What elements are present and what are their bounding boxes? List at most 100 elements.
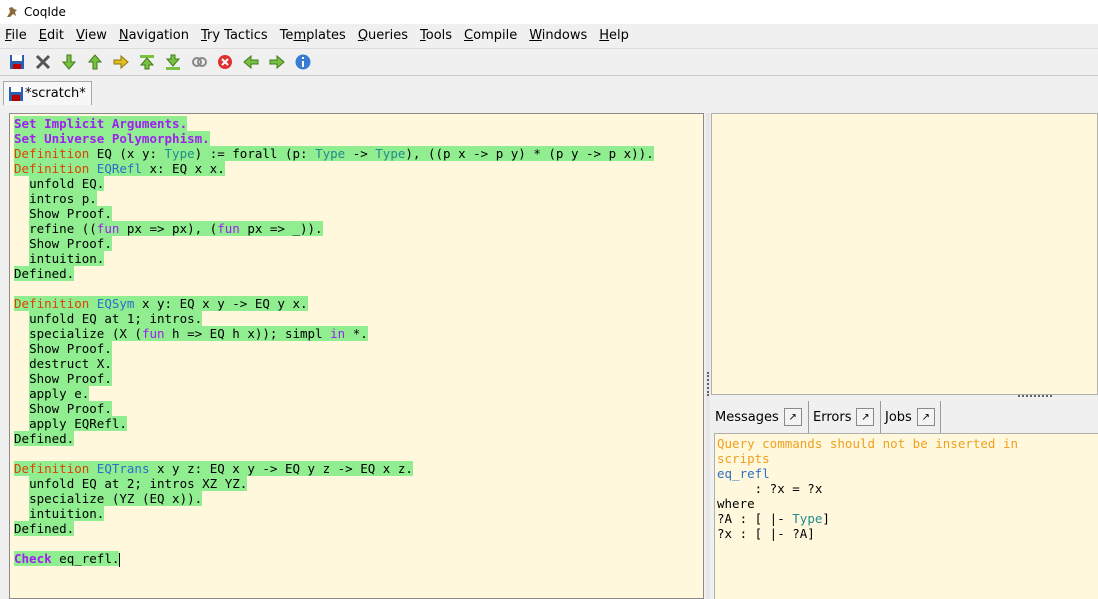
code-token: Set Universe Polymorphism. bbox=[14, 131, 210, 146]
menu-item[interactable]: Queries bbox=[353, 28, 413, 43]
menu-item[interactable]: Navigation bbox=[114, 28, 194, 43]
message-line: ?x : [ |- ?A] bbox=[717, 526, 1018, 541]
message-line: : ?x = ?x bbox=[717, 481, 1018, 496]
code-token: Definition bbox=[14, 296, 90, 311]
menu-label-mnemonic: V bbox=[75, 28, 85, 43]
code-line: Set Implicit Arguments. bbox=[14, 116, 654, 131]
tab-label: *scratch* bbox=[25, 86, 86, 101]
tab-scratch[interactable]: *scratch* bbox=[3, 81, 92, 105]
code-token: apply e. bbox=[29, 386, 90, 401]
code-token: Show Proof. bbox=[29, 401, 112, 416]
tab-errors-label: Errors bbox=[813, 409, 852, 425]
menu-item[interactable]: File bbox=[0, 28, 32, 43]
menu-label-mnemonic: Q bbox=[357, 28, 369, 43]
menu-label-post: ile bbox=[11, 28, 27, 43]
restart-icon[interactable] bbox=[134, 50, 160, 74]
menu-item[interactable]: Templates bbox=[275, 28, 351, 43]
code-token: Definition bbox=[14, 146, 90, 161]
detach-icon[interactable]: ↗ bbox=[916, 408, 935, 426]
menu-item[interactable]: Compile bbox=[459, 28, 522, 43]
script-editor[interactable]: Set Implicit Arguments. Set Universe Poly… bbox=[9, 113, 704, 599]
code-line: Definition EQRefl x: EQ x x. bbox=[14, 161, 654, 176]
fully-check-icon[interactable] bbox=[186, 50, 212, 74]
message-token: ?x : [ |- ?A] bbox=[717, 526, 815, 541]
tab-jobs-label: Jobs bbox=[885, 409, 912, 425]
menu-label-post: avigation bbox=[128, 28, 189, 43]
interrupt-icon[interactable] bbox=[212, 50, 238, 74]
code-token: Show Proof. bbox=[29, 206, 112, 221]
next-occurrence-icon[interactable] bbox=[264, 50, 290, 74]
code-token: ), ((p x -> p y) * (p y -> p x)). bbox=[405, 146, 654, 161]
text-cursor bbox=[119, 552, 121, 567]
code-line: Defined. bbox=[14, 431, 654, 446]
previous-occurrence-icon[interactable] bbox=[238, 50, 264, 74]
menu-label-post: ueries bbox=[368, 28, 409, 43]
pane-separator[interactable] bbox=[706, 113, 710, 599]
menu-item[interactable]: Tools bbox=[415, 28, 457, 43]
detach-icon[interactable]: ↗ bbox=[783, 408, 802, 426]
message-token: eq_refl bbox=[717, 466, 770, 481]
close-icon[interactable] bbox=[30, 50, 56, 74]
code-line: unfold EQ. bbox=[14, 176, 654, 191]
menu-item[interactable]: Help bbox=[594, 28, 634, 43]
window-title: CoqIde bbox=[24, 5, 66, 19]
menu-item[interactable]: Edit bbox=[34, 28, 69, 43]
code-line: Show Proof. bbox=[14, 371, 654, 386]
code-line: Show Proof. bbox=[14, 401, 654, 416]
menu-bar: File Edit View Navigation Try Tactics Templat… bbox=[0, 24, 1098, 47]
tab-messages[interactable]: Messages ↗ bbox=[711, 401, 809, 433]
script-text[interactable]: Set Implicit Arguments. Set Universe Poly… bbox=[14, 116, 654, 567]
code-token: Type bbox=[164, 146, 195, 161]
menu-label-post: ry Tactics bbox=[207, 28, 268, 43]
goals-pane bbox=[711, 113, 1098, 395]
code-token: EQSym bbox=[96, 296, 135, 311]
message-token: Type bbox=[792, 511, 823, 526]
tab-jobs[interactable]: Jobs ↗ bbox=[881, 401, 941, 433]
code-token: Set Implicit Arguments. bbox=[14, 116, 188, 131]
menu-item[interactable]: View bbox=[71, 28, 112, 43]
code-token: Definition bbox=[14, 461, 90, 476]
save-icon[interactable] bbox=[4, 50, 30, 74]
code-line: destruct X. bbox=[14, 356, 654, 371]
code-token: unfold EQ. bbox=[29, 176, 105, 191]
code-line: Definition EQTrans x y z: EQ x y -> EQ y… bbox=[14, 461, 654, 476]
end-icon[interactable] bbox=[160, 50, 186, 74]
menu-label-post: elp bbox=[609, 28, 629, 43]
code-line: apply EQRefl. bbox=[14, 416, 654, 431]
menu-label-mnemonic: E bbox=[38, 28, 47, 43]
code-token: *. bbox=[345, 326, 368, 341]
message-line: scripts bbox=[717, 451, 1018, 466]
code-line: unfold EQ at 2; intros XZ YZ. bbox=[14, 476, 654, 491]
code-line: apply e. bbox=[14, 386, 654, 401]
code-token: Show Proof. bbox=[29, 371, 112, 386]
code-line: intuition. bbox=[14, 506, 654, 521]
message-token: Query commands should not be inserted in bbox=[717, 436, 1019, 451]
menu-item[interactable]: Try Tactics bbox=[196, 28, 273, 43]
code-token: fun bbox=[217, 221, 240, 236]
backward-one-icon[interactable] bbox=[82, 50, 108, 74]
go-to-cursor-icon[interactable] bbox=[108, 50, 134, 74]
about-icon[interactable] bbox=[290, 50, 316, 74]
code-token: Definition bbox=[14, 161, 90, 176]
menu-label-post: iew bbox=[84, 28, 107, 43]
tab-errors[interactable]: Errors ↗ bbox=[809, 401, 881, 433]
code-line: specialize (X (fun h => EQ h x)); simpl … bbox=[14, 326, 654, 341]
messages-text: Query commands should not be inserted in… bbox=[717, 436, 1018, 541]
detach-icon[interactable]: ↗ bbox=[856, 408, 875, 426]
menu-item[interactable]: Windows bbox=[524, 28, 592, 43]
menu-label-post: dit bbox=[47, 28, 64, 43]
forward-one-icon[interactable] bbox=[56, 50, 82, 74]
code-token: Show Proof. bbox=[29, 341, 112, 356]
code-token: fun bbox=[141, 326, 165, 341]
code-line: intros p. bbox=[14, 191, 654, 206]
